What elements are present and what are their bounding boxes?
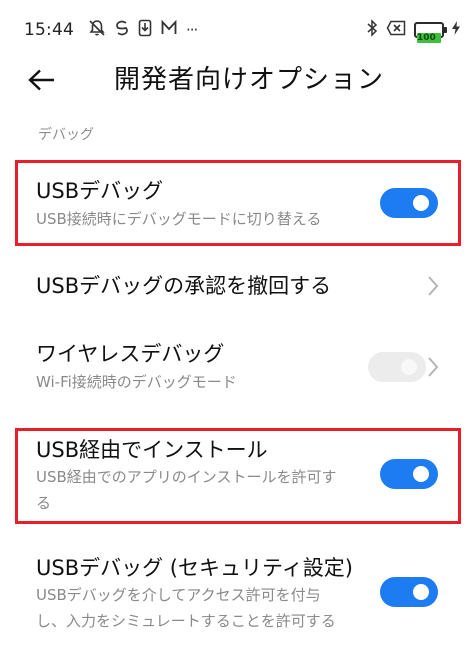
setting-title: ワイヤレスデバッグ: [36, 342, 225, 366]
usb-debugging-security-toggle[interactable]: [380, 577, 438, 607]
status-time: 15:44: [24, 20, 74, 40]
highlight-box: [15, 428, 461, 524]
back-button[interactable]: [24, 64, 60, 96]
more-notifications-icon: ···: [186, 21, 198, 39]
setting-title: USBデバッグの承認を撤回する: [36, 274, 332, 298]
setting-revoke-usb-auth[interactable]: USBデバッグの承認を撤回する: [0, 262, 474, 310]
page-title: 開発者向けオプション: [114, 65, 385, 95]
battery-level: 100: [417, 33, 441, 43]
setting-subtitle-line2: し、入力をシミュレートすることを許可する: [36, 612, 336, 630]
setting-title: USBデバッグ (セキュリティ設定): [36, 556, 353, 580]
charging-icon: [452, 21, 460, 39]
setting-subtitle-line1: USBデバッグを介してアクセス許可を付与: [36, 586, 321, 604]
wireless-debugging-toggle[interactable]: [368, 352, 426, 382]
setting-subtitle: Wi-Fi接続時のデバッグモード: [36, 373, 237, 391]
app-header: 開発者向けオプション: [0, 52, 474, 108]
setting-wireless-debugging[interactable]: ワイヤレスデバッグ Wi-Fi接続時のデバッグモード: [0, 330, 474, 400]
highlight-box: [15, 160, 461, 246]
toggle-knob: [413, 584, 429, 600]
notification-icons: ···: [88, 19, 198, 41]
chevron-right-icon: [428, 276, 439, 296]
bluetooth-icon: [366, 19, 378, 41]
mail-icon: [161, 19, 177, 41]
setting-usb-debugging-security[interactable]: USBデバッグ (セキュリティ設定) USBデバッグを介してアクセス許可を付与 …: [0, 550, 474, 650]
status-bar: 15:44 ··· 100: [0, 0, 474, 52]
battery-icon: 100: [414, 22, 447, 43]
section-label-debug: デバッグ: [38, 127, 94, 143]
no-sim-icon: [386, 20, 406, 40]
toggle-knob: [401, 359, 417, 375]
sync-icon: [115, 19, 129, 41]
download-icon: [138, 19, 152, 41]
mute-icon: [88, 19, 106, 41]
back-arrow-icon: [28, 69, 54, 91]
system-icons: 100: [366, 19, 460, 43]
chevron-right-icon: [428, 357, 439, 377]
